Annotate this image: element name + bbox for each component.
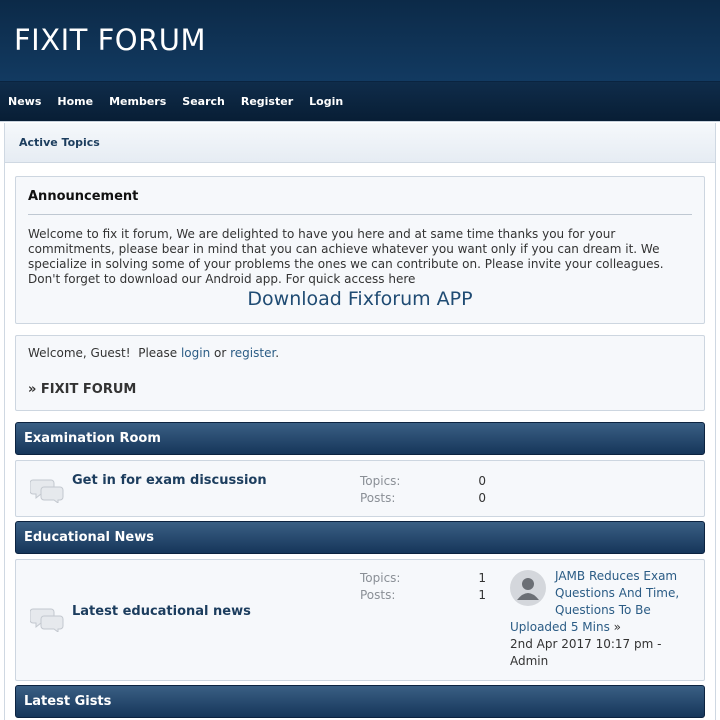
active-topics-link[interactable]: Active Topics (19, 136, 100, 149)
category-title: Educational News (24, 530, 154, 545)
category-educational-news[interactable]: Educational News (15, 521, 705, 554)
menu-search[interactable]: Search (182, 95, 225, 108)
topics-count: 1 (478, 571, 486, 585)
topics-label: Topics: (360, 571, 401, 585)
menu-home[interactable]: Home (57, 95, 93, 108)
site-header: FIXIT FORUM (0, 0, 720, 82)
board-title[interactable]: Get in for exam discussion (72, 473, 267, 488)
welcome-text: Welcome, Guest! Please (28, 346, 181, 360)
last-post-meta: 2nd Apr 2017 10:17 pm - Admin (510, 637, 662, 668)
menu-register[interactable]: Register (241, 95, 293, 108)
topics-count: 0 (478, 474, 486, 488)
menu-login[interactable]: Login (309, 95, 343, 108)
content-wrapper: Active Topics Announcement Welcome to fi… (4, 123, 716, 720)
secondary-nav: Active Topics (5, 123, 715, 163)
board-icon (29, 477, 64, 504)
posts-label: Posts: (360, 491, 396, 505)
download-app-link[interactable]: Download Fixforum APP (28, 288, 692, 310)
category-title: Latest Gists (24, 694, 112, 709)
login-link[interactable]: login (181, 346, 210, 360)
menu-members[interactable]: Members (109, 95, 166, 108)
welcome-or: or (210, 346, 231, 360)
menu-news[interactable]: News (8, 95, 41, 108)
board-row: Get in for exam discussion Topics: 0 Pos… (15, 460, 705, 517)
welcome-line: Welcome, Guest! Please login or register… (28, 346, 692, 360)
category-latest-gists[interactable]: Latest Gists (15, 685, 705, 718)
board-row: Latest educational news Topics: 1 Posts:… (15, 559, 705, 681)
topics-label: Topics: (360, 474, 401, 488)
board-title[interactable]: Latest educational news (72, 604, 251, 619)
category-examination-room[interactable]: Examination Room (15, 422, 705, 455)
posts-label: Posts: (360, 588, 396, 602)
posts-count: 0 (478, 491, 486, 505)
register-link[interactable]: register (230, 346, 275, 360)
breadcrumb[interactable]: » FIXIT FORUM (28, 382, 692, 397)
welcome-box: Welcome, Guest! Please login or register… (15, 335, 705, 411)
posts-count: 1 (478, 588, 486, 602)
board-icon (29, 606, 64, 633)
category-title: Examination Room (24, 431, 161, 446)
last-post: JAMB Reduces Exam Questions And Time, Qu… (510, 568, 694, 670)
welcome-suffix: . (275, 346, 280, 360)
main-menu: News Home Members Search Register Login (0, 82, 720, 122)
avatar-icon (510, 570, 546, 606)
site-title[interactable]: FIXIT FORUM (14, 23, 206, 57)
announcement-box: Announcement Welcome to fix it forum, We… (15, 176, 705, 324)
last-post-arrow[interactable]: » (610, 620, 621, 634)
announcement-body: Welcome to fix it forum, We are delighte… (28, 227, 664, 286)
announcement-title: Announcement (28, 189, 692, 215)
